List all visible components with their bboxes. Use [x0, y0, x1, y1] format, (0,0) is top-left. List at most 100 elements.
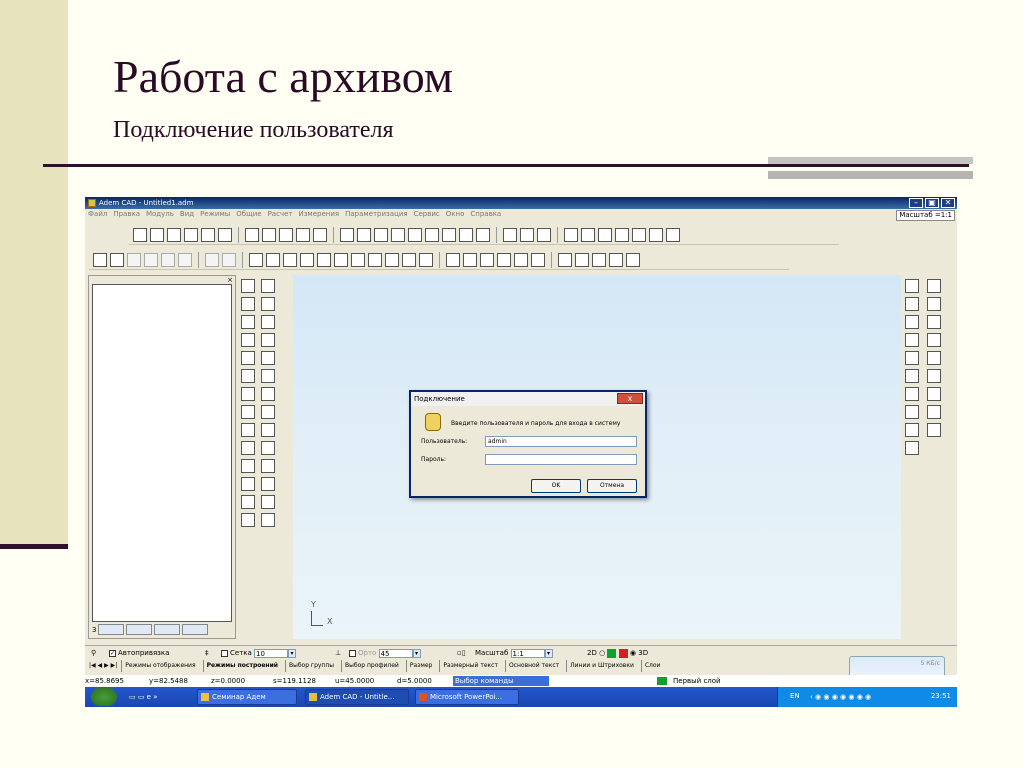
menu-parametrization[interactable]: Параметризация [345, 209, 407, 220]
quick-launch-icons[interactable]: ▭ ▭ e » [129, 692, 158, 702]
print-icon[interactable] [184, 227, 198, 242]
mode-2d-radio[interactable]: ○ [599, 649, 605, 657]
document-icon[interactable] [178, 252, 192, 267]
text-size-icon[interactable] [463, 252, 477, 267]
menu-module[interactable]: Модуль [146, 209, 174, 220]
box-icon[interactable] [261, 279, 275, 293]
diagonal-icon[interactable] [927, 279, 941, 293]
solid-icon[interactable] [425, 227, 439, 242]
mirror-icon[interactable] [241, 387, 255, 401]
copy-icon[interactable] [218, 227, 232, 242]
pencil-icon[interactable] [245, 227, 259, 242]
checker-icon[interactable] [927, 423, 941, 437]
torus-icon[interactable] [261, 369, 275, 383]
properties-icon[interactable] [201, 227, 215, 242]
tab-display-modes[interactable]: Режимы отображения [121, 660, 198, 672]
menu-service[interactable]: Сервис [414, 209, 440, 220]
view-3d-icon[interactable] [618, 648, 628, 658]
cylinder-icon[interactable] [261, 297, 275, 311]
edit-icon[interactable] [927, 405, 941, 419]
fill-polygon-icon[interactable] [927, 315, 941, 329]
tab-nav-arrows-icon[interactable]: |◀ ◀ ▶ ▶| [89, 660, 117, 672]
panel-tab-layers[interactable] [126, 624, 153, 635]
minimize-button[interactable]: – [909, 198, 923, 208]
text-icon[interactable] [446, 252, 460, 267]
hatch-icon[interactable] [419, 252, 433, 267]
save-icon[interactable] [167, 227, 181, 242]
view-top-icon[interactable] [357, 227, 371, 242]
menu-view[interactable]: Вид [180, 209, 194, 220]
task-powerpoint[interactable]: Microsoft PowerPoi... [415, 689, 519, 705]
check-in-icon[interactable] [144, 252, 158, 267]
panel-tab-tree[interactable] [98, 624, 125, 635]
axis-icon[interactable] [261, 513, 275, 527]
import-icon[interactable] [537, 227, 551, 242]
view-2d-icon[interactable] [607, 648, 617, 658]
view-iso-icon[interactable] [391, 227, 405, 242]
hidden-icon[interactable] [476, 227, 490, 242]
extend-icon[interactable] [905, 387, 919, 401]
link-icon[interactable] [313, 227, 327, 242]
menu-calculation[interactable]: Расчет [268, 209, 293, 220]
cut-icon[interactable] [241, 297, 255, 311]
circle-3pt-icon[interactable] [300, 252, 314, 267]
sweep-icon[interactable] [241, 405, 255, 419]
panel-tab-archive[interactable] [182, 624, 209, 635]
archive-icon[interactable] [503, 227, 517, 242]
dimension-linear-icon[interactable] [558, 252, 572, 267]
rotate-icon[interactable] [927, 369, 941, 383]
tab-profile-select[interactable]: Выбор профилей [341, 660, 402, 672]
plane-icon[interactable] [261, 423, 275, 437]
assembly-icon[interactable] [615, 227, 629, 242]
frame-icon[interactable] [241, 477, 255, 491]
table-icon[interactable] [241, 495, 255, 509]
snap-grid-icon[interactable] [905, 441, 919, 455]
view-front-icon[interactable] [340, 227, 354, 242]
tab-dimension-text[interactable]: Размерный текст [439, 660, 501, 672]
eraser-icon[interactable] [927, 333, 941, 347]
triangle-icon[interactable] [905, 333, 919, 347]
section-icon[interactable] [408, 227, 422, 242]
loft-icon[interactable] [241, 369, 255, 383]
undo-icon[interactable] [205, 252, 219, 267]
layer-icon[interactable] [564, 227, 578, 242]
snap-checkbox[interactable]: ✓ [109, 649, 116, 657]
restore-button[interactable]: ▣ [925, 198, 939, 208]
break-icon[interactable] [905, 405, 919, 419]
model-icon[interactable] [598, 227, 612, 242]
revolve-icon[interactable] [241, 351, 255, 365]
menu-window[interactable]: Окно [446, 209, 465, 220]
project-tree[interactable] [92, 284, 232, 622]
menu-measurements[interactable]: Измерения [298, 209, 339, 220]
task-adem[interactable]: Adem CAD - Untitle... [305, 689, 409, 705]
spline-icon[interactable] [351, 252, 365, 267]
rectangle-icon[interactable] [266, 252, 280, 267]
sketch-icon[interactable] [261, 477, 275, 491]
split-icon[interactable] [241, 459, 255, 473]
grid-select[interactable]: 10 [254, 648, 289, 658]
delete-body-icon[interactable] [261, 333, 275, 347]
chevron-down-icon[interactable]: ▾ [288, 648, 297, 658]
drill-icon[interactable] [261, 387, 275, 401]
tab-main-text[interactable]: Основной текст [504, 660, 562, 672]
group-icon[interactable] [296, 227, 310, 242]
arc-icon[interactable] [334, 252, 348, 267]
scale-select[interactable]: 1:1 [510, 648, 545, 658]
leader-icon[interactable] [531, 252, 545, 267]
dimension-radius-icon[interactable] [626, 252, 640, 267]
tab-dimension[interactable]: Размер [405, 660, 436, 672]
sphere-icon[interactable] [261, 351, 275, 365]
pattern-icon[interactable] [241, 441, 255, 455]
trim-icon[interactable] [905, 351, 919, 365]
tab-group-select[interactable]: Выбор группы [284, 660, 337, 672]
tolerance-icon[interactable] [514, 252, 528, 267]
dimension-angle-icon[interactable] [609, 252, 623, 267]
user-input[interactable]: admin [485, 436, 637, 447]
grid-surface-icon[interactable] [261, 495, 275, 509]
chevron-down-icon[interactable]: ▾ [412, 648, 421, 658]
save-archive-icon[interactable] [127, 252, 141, 267]
copy-body-icon[interactable] [241, 315, 255, 329]
menu-file[interactable]: Файл [88, 209, 107, 220]
polyline-icon[interactable] [317, 252, 331, 267]
dialog-close-button[interactable]: x [617, 393, 643, 404]
